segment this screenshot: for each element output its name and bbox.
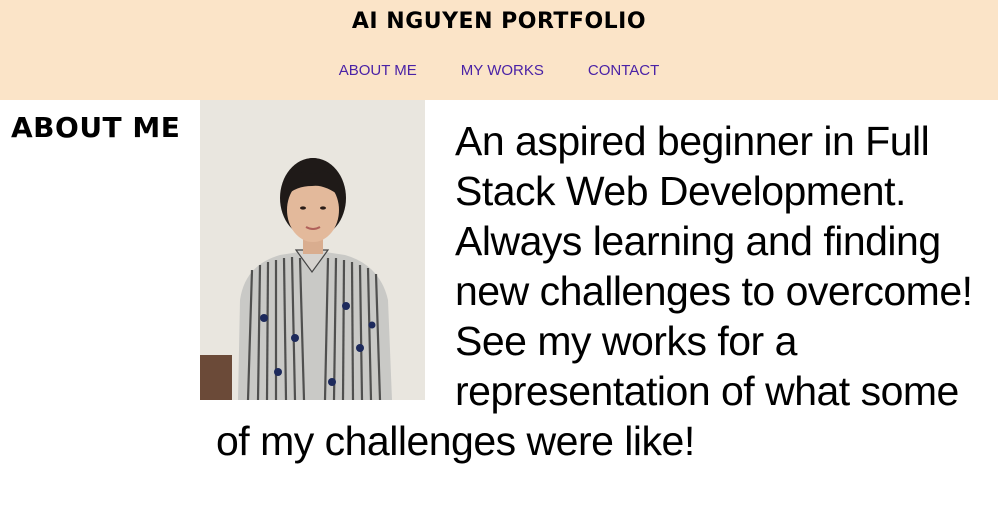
portrait-photo-icon [200, 100, 425, 400]
profile-photo [200, 100, 425, 400]
site-title: AI NGUYEN PORTFOLIO [351, 9, 647, 34]
about-content: An aspired beginner in Full Stack Web De… [200, 100, 990, 466]
nav-link-about-me[interactable]: ABOUT ME [339, 62, 417, 80]
main-nav: ABOUT ME MY WORKS CONTACT [0, 62, 998, 80]
site-header: AI NGUYEN PORTFOLIO ABOUT ME MY WORKS CO… [0, 0, 998, 100]
about-me-heading: ABOUT ME [11, 111, 181, 144]
nav-link-my-works[interactable]: MY WORKS [461, 62, 544, 80]
nav-link-contact[interactable]: CONTACT [588, 62, 659, 80]
